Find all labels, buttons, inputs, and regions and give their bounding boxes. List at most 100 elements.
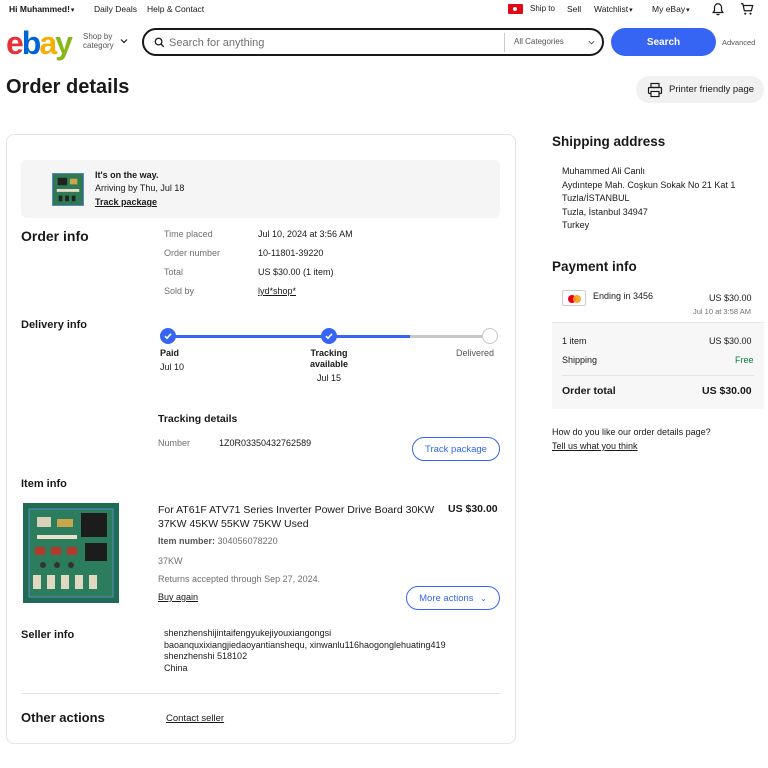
mastercard-icon [562, 290, 586, 306]
seller-address-line: China [164, 662, 188, 673]
shipping-amount: Free [735, 355, 754, 365]
greeting-text: Hi Muhammed! [9, 4, 70, 14]
track-package-link[interactable]: Track package [95, 197, 157, 207]
seller-address: shenzhenshijintaifengyukejiyouxiangongsi… [164, 628, 446, 674]
seller-info-heading: Seller info [21, 629, 75, 641]
shipping-address-heading: Shipping address [552, 134, 666, 149]
sell-link[interactable]: Sell [567, 4, 581, 14]
tracking-details-heading: Tracking details [158, 413, 238, 425]
item-price: US $30.00 [448, 503, 498, 515]
bell-icon[interactable] [711, 2, 725, 16]
search-icon [154, 37, 165, 48]
watchlist-menu[interactable]: Watchlist▾ [594, 4, 633, 14]
total-value: US $30.00 (1 item) [258, 267, 334, 277]
items-count-label: 1 item [562, 336, 587, 346]
address-line: Turkey [562, 220, 590, 230]
logo-letter: b [21, 25, 41, 61]
order-number-label: Order number [164, 248, 221, 258]
total-label: Total [164, 267, 184, 277]
track-package-button[interactable]: Track package [412, 437, 500, 461]
feedback-link[interactable]: Tell us what you think [552, 441, 638, 451]
more-actions-button[interactable]: More actions ⌄ [406, 586, 500, 610]
address-line: Tuzla, İstanbul 34947 [562, 206, 648, 217]
address-line: Aydıntepe Mah. Coşkun Sokak No 21 Kat 1 [562, 179, 736, 190]
seller-address-line: baoanquxixiangjiedaoyantianshequ, xinwan… [164, 639, 446, 650]
seller-link[interactable]: lyd*shop* [258, 286, 296, 296]
card-ending: Ending in 3456 [593, 291, 654, 301]
circuit-board-image [23, 503, 119, 603]
ebay-logo[interactable]: ebay [6, 25, 73, 62]
search-bar: All Categories [142, 28, 604, 56]
help-contact-link[interactable]: Help & Contact [147, 4, 204, 14]
cart-icon[interactable] [740, 2, 754, 16]
return-policy: Returns accepted through Sep 27, 2024. [158, 574, 321, 584]
checkmark-icon [164, 333, 172, 340]
shop-by-category-button[interactable]: Shop by category [83, 32, 123, 50]
item-number-label: Item number: [158, 536, 216, 546]
logo-letter: a [39, 25, 57, 61]
order-number-value: 10-11801-39220 [258, 248, 324, 258]
search-input[interactable] [169, 34, 499, 51]
chevron-down-icon: ▾ [686, 7, 690, 14]
turkey-flag-icon[interactable] [508, 4, 523, 14]
divider [562, 375, 754, 376]
step-title: Tracking available [309, 348, 349, 369]
item-title-link[interactable]: For AT61F ATV71 Series Inverter Power Dr… [158, 503, 438, 531]
tracking-number-label: Number [158, 438, 191, 448]
chevron-down-icon: ▾ [629, 7, 633, 14]
order-total-label: Order total [562, 385, 616, 397]
search-button[interactable]: Search [611, 28, 716, 56]
chevron-down-icon: ▾ [70, 7, 75, 14]
seller-address-line: shenzhenshijintaifengyukejiyouxiangongsi [164, 628, 332, 638]
circuit-board-image [53, 174, 83, 205]
time-placed-value: Jul 10, 2024 at 3:56 AM [258, 229, 353, 239]
contact-seller-link[interactable]: Contact seller [166, 713, 224, 724]
printer-icon [647, 82, 663, 97]
chevron-down-icon [120, 39, 128, 44]
item-number-value: 304056078220 [217, 536, 278, 546]
page-title: Order details [6, 76, 130, 98]
printer-friendly-button[interactable]: Printer friendly page [636, 76, 764, 103]
feedback-question: How do you like our order details page? [552, 427, 711, 437]
step-paid-label: Paid Jul 10 [160, 348, 184, 373]
item-number-row: Item number: 304056078220 [158, 536, 278, 546]
delivery-info-heading: Delivery info [21, 319, 88, 331]
payment-date: Jul 10 at 3:58 AM [693, 307, 751, 316]
card-amount: US $30.00 [709, 293, 752, 303]
step-tracking-label: Tracking available Jul 15 [299, 348, 359, 384]
divider [21, 693, 500, 694]
item-variant: 37KW [158, 556, 183, 566]
step-date: Jul 10 [160, 362, 185, 372]
watchlist-label: Watchlist [594, 4, 629, 14]
item-info-heading: Item info [21, 478, 67, 490]
status-headline: It's on the way. [95, 170, 159, 180]
logo-letter: y [55, 25, 73, 61]
sold-by-label: Sold by [164, 286, 195, 296]
shipping-label: Shipping [562, 355, 598, 365]
shipping-address: Muhammed Ali Canlı Aydıntepe Mah. Coşkun… [562, 165, 735, 233]
advanced-search-link[interactable]: Advanced [722, 38, 755, 47]
chevron-down-icon [588, 40, 595, 45]
item-thumbnail [52, 173, 84, 206]
tracking-number-value: 1Z0R03350432762589 [219, 438, 312, 448]
step-delivered-node [482, 328, 498, 344]
category-select[interactable]: All Categories [514, 37, 564, 46]
step-title: Paid [160, 348, 180, 358]
ship-to-link[interactable]: Ship to [530, 4, 555, 13]
my-ebay-label: My eBay [652, 4, 686, 14]
chevron-down-icon: ⌄ [480, 593, 487, 603]
item-image[interactable] [23, 503, 119, 603]
step-paid-node [160, 328, 176, 344]
logo-letter: e [6, 25, 24, 61]
my-ebay-menu[interactable]: My eBay▾ [652, 4, 690, 14]
greeting-menu[interactable]: Hi Muhammed!▾ [9, 4, 74, 14]
items-amount: US $30.00 [709, 336, 752, 346]
arrival-estimate: Arriving by Thu, Jul 18 [95, 183, 185, 193]
seller-address-line: shenzhenshi 518102 [164, 651, 248, 661]
step-date: Jul 15 [316, 373, 342, 383]
buy-again-link[interactable]: Buy again [158, 592, 198, 602]
daily-deals-link[interactable]: Daily Deals [94, 4, 137, 14]
printer-label: Printer friendly page [669, 84, 755, 95]
order-total-amount: US $30.00 [702, 385, 752, 397]
shipment-status-banner: It's on the way. Arriving by Thu, Jul 18… [21, 160, 500, 218]
